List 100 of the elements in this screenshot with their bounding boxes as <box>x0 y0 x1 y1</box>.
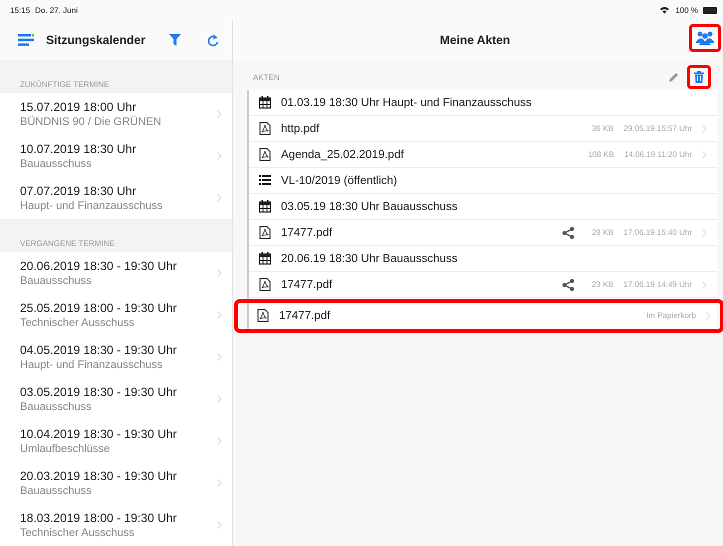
people-icon <box>696 31 714 45</box>
meeting-date: 10.04.2019 18:30 - 19:30 Uhr <box>20 426 178 442</box>
item-name: 17477.pdf <box>281 226 332 238</box>
chevron-icon <box>217 194 222 202</box>
chevron-icon <box>706 312 711 320</box>
item-name: http.pdf <box>281 122 320 134</box>
meeting-title: Umlaufbeschlüsse <box>20 442 111 456</box>
file-list-item[interactable]: 17477.pdf Im Papierkorb <box>237 302 721 330</box>
item-name: 20.06.19 18:30 Uhr Bauausschuss <box>281 252 458 264</box>
meeting-list-item[interactable]: 04.05.2019 18:30 - 19:30 Uhr Haupt- und Finanzausschuss <box>0 336 232 378</box>
meeting-date: 03.05.2019 18:30 - 19:30 Uhr <box>20 384 178 400</box>
battery-icon <box>703 6 717 14</box>
chevron-icon <box>702 280 707 288</box>
chevron-icon <box>217 521 222 529</box>
meeting-list-item[interactable]: 03.05.2019 18:30 - 19:30 Uhr Bauausschuss <box>0 378 232 420</box>
pdf-file-icon <box>257 309 269 322</box>
meeting-list-item[interactable]: 20.06.19 18:30 Uhr Bauausschuss <box>249 246 717 272</box>
item-name: 03.05.19 18:30 Uhr Bauausschuss <box>281 200 458 212</box>
agenda-list-item[interactable]: VL-10/2019 (öffentlich) <box>249 168 717 194</box>
meeting-list-item[interactable]: 20.06.2019 18:30 - 19:30 Uhr Bauausschuss <box>0 252 232 294</box>
pdf-file-icon <box>259 226 271 239</box>
meeting-date: 07.07.2019 18:30 Uhr <box>20 182 138 198</box>
pdf-file-icon <box>259 148 271 161</box>
refresh-icon[interactable] <box>207 34 220 46</box>
menu-icon[interactable] <box>18 34 34 46</box>
pdf-file-icon <box>259 122 271 135</box>
chevron-icon <box>217 437 222 445</box>
file-list-item[interactable]: 17477.pdf 28 KB 17.06.19 15:40 Uhr <box>249 220 717 246</box>
item-name: 17477.pdf <box>279 310 330 322</box>
meeting-list-item[interactable]: 01.03.19 18:30 Uhr Haupt- und Finanzausschuss <box>249 90 717 116</box>
pdf-file-icon <box>259 278 271 291</box>
meeting-title: Technischer Ausschuss <box>20 526 136 540</box>
file-date: 17.06.19 15:40 Uhr <box>624 228 692 237</box>
meeting-list-item[interactable]: 10.07.2019 18:30 Uhr Bauausschuss <box>0 135 232 177</box>
file-date: 29.05.19 15:57 Uhr <box>624 124 692 133</box>
file-size: 108 KB <box>588 150 614 159</box>
chevron-icon <box>217 269 222 277</box>
trash-icon <box>694 71 704 83</box>
meeting-date: 20.03.2019 18:30 - 19:30 Uhr <box>20 468 178 484</box>
filter-icon[interactable] <box>169 34 182 46</box>
chevron-icon <box>217 479 222 487</box>
meeting-title: Bauausschuss <box>20 274 93 288</box>
chevron-icon <box>217 152 222 160</box>
chevron-icon <box>702 150 707 158</box>
meeting-title: Bauausschuss <box>20 156 93 172</box>
meeting-date: 25.05.2019 18:00 - 19:30 Uhr <box>20 300 178 316</box>
file-list-item[interactable]: Agenda_25.02.2019.pdf 108 KB 14.06.19 11:20 Uhr <box>249 142 717 168</box>
meeting-date: 18.03.2019 18:00 - 19:30 Uhr <box>20 510 178 526</box>
meeting-date: 10.07.2019 18:30 Uhr <box>20 140 138 156</box>
section-header: VERGANGENE TERMINE <box>19 238 116 250</box>
file-date: Im Papierkorb <box>646 311 696 320</box>
meeting-list-item[interactable]: 03.05.19 18:30 Uhr Bauausschuss <box>249 194 717 220</box>
file-list-item[interactable]: http.pdf 36 KB 29.05.19 15:57 Uhr <box>249 116 717 142</box>
meeting-list-item[interactable]: 10.04.2019 18:30 - 19:30 Uhr Umlaufbeschlüsse <box>0 420 232 462</box>
meeting-title: Technischer Ausschuss <box>20 316 136 330</box>
page-title: Meine Akten <box>440 33 510 47</box>
file-size: 28 KB <box>592 228 614 237</box>
wifi-icon <box>659 6 670 14</box>
battery-level: 100 % <box>675 6 698 14</box>
section-header: ZUKÜNFTIGE TERMINE <box>19 79 110 91</box>
meeting-title: Bauausschuss <box>20 484 93 498</box>
meeting-date: 20.06.2019 18:30 - 19:30 Uhr <box>20 258 178 274</box>
file-date: 17.06.19 14:49 Uhr <box>624 280 692 289</box>
meeting-list-item[interactable]: 07.07.2019 18:30 Uhr Haupt- und Finanzausschuss <box>0 177 232 219</box>
item-name: Agenda_25.02.2019.pdf <box>281 148 404 160</box>
group-button[interactable] <box>689 24 721 52</box>
calendar-icon <box>259 96 271 109</box>
meeting-list-item[interactable]: 25.05.2019 18:00 - 19:30 Uhr Technischer Ausschuss <box>0 294 232 336</box>
item-name: 17477.pdf <box>281 278 332 290</box>
file-size: 36 KB <box>592 124 614 133</box>
share-icon[interactable] <box>562 278 574 290</box>
item-name: 01.03.19 18:30 Uhr Haupt- und Finanzausschuss <box>281 96 532 108</box>
status-date: Do. 27. Juni <box>35 6 78 14</box>
status-time: 15:15 <box>10 6 30 14</box>
meeting-date: 04.05.2019 18:30 - 19:30 Uhr <box>20 342 178 358</box>
chevron-icon <box>217 353 222 361</box>
section-header: AKTEN <box>253 72 280 82</box>
chevron-icon <box>702 124 707 132</box>
share-icon[interactable] <box>562 226 574 238</box>
meeting-title: BÜNDNIS 90 / Die GRÜNEN <box>20 114 162 130</box>
file-list-item[interactable]: 17477.pdf 23 KB 17.06.19 14:49 Uhr <box>249 272 717 298</box>
sidebar-title: Sitzungskalender <box>46 33 146 47</box>
meeting-title: Haupt- und Finanzausschuss <box>20 198 164 214</box>
meeting-list-item[interactable]: 20.03.2019 18:30 - 19:30 Uhr Bauausschuss <box>0 462 232 504</box>
list-icon <box>259 174 271 187</box>
meeting-date: 15.07.2019 18:00 Uhr <box>20 98 138 114</box>
meeting-title: Bauausschuss <box>20 400 93 414</box>
calendar-icon <box>259 200 271 213</box>
chevron-icon <box>702 228 707 236</box>
file-size: 23 KB <box>592 280 614 289</box>
chevron-icon <box>217 395 222 403</box>
pencil-icon[interactable] <box>668 72 679 82</box>
file-date: 14.06.19 11:20 Uhr <box>624 150 692 159</box>
calendar-icon <box>259 252 271 265</box>
item-name: VL-10/2019 (öffentlich) <box>281 174 398 186</box>
chevron-icon <box>217 311 222 319</box>
meeting-list-item[interactable]: 15.07.2019 18:00 Uhr BÜNDNIS 90 / Die GRÜNEN <box>0 93 232 135</box>
meeting-title: Haupt- und Finanzausschuss <box>20 358 164 372</box>
meeting-list-item[interactable]: 18.03.2019 18:00 - 19:30 Uhr Technischer Ausschuss <box>0 504 232 546</box>
chevron-icon <box>217 110 222 118</box>
